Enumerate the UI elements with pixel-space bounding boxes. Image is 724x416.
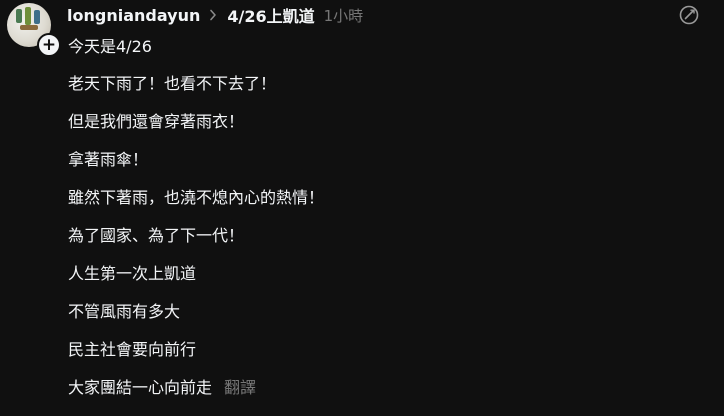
post-header: longniandayun 4/26上凱道 1小時 xyxy=(67,2,363,28)
post-timestamp[interactable]: 1小時 xyxy=(324,5,364,26)
post-text-line: 民主社會要向前行 xyxy=(68,340,197,359)
avatar-container[interactable]: + xyxy=(7,3,61,57)
post-text-line: 雖然下著雨，也澆不熄內心的熱情！ xyxy=(68,188,325,207)
post-text-line: 大家團結一心向前走 xyxy=(68,378,213,397)
post-text-line: 今天是4/26 xyxy=(68,37,152,56)
post-text-line-last: 大家團結一心向前走 翻譯 xyxy=(68,374,256,398)
username-link[interactable]: longniandayun xyxy=(67,6,200,25)
more-options-icon xyxy=(679,5,699,25)
thread-post: + longniandayun 4/26上凱道 1小時 今天是4/26 老天下雨… xyxy=(0,0,724,416)
chevron-right-icon xyxy=(209,8,219,22)
post-text-line: 拿著雨傘！ xyxy=(68,150,149,169)
post-text-line: 人生第一次上凱道 xyxy=(68,264,197,283)
post-text-line: 不管風雨有多大 xyxy=(68,302,181,321)
more-options-button[interactable] xyxy=(678,4,700,26)
follow-button[interactable]: + xyxy=(37,33,61,57)
topic-tag-link[interactable]: 4/26上凱道 xyxy=(227,3,314,27)
post-text-line: 為了國家、為了下一代！ xyxy=(68,226,245,245)
translate-link[interactable]: 翻譯 xyxy=(224,378,256,397)
post-text-line: 老天下雨了！也看不下去了！ xyxy=(68,74,277,93)
plus-icon: + xyxy=(41,35,57,55)
post-text-line: 但是我們還會穿著雨衣！ xyxy=(68,112,245,131)
